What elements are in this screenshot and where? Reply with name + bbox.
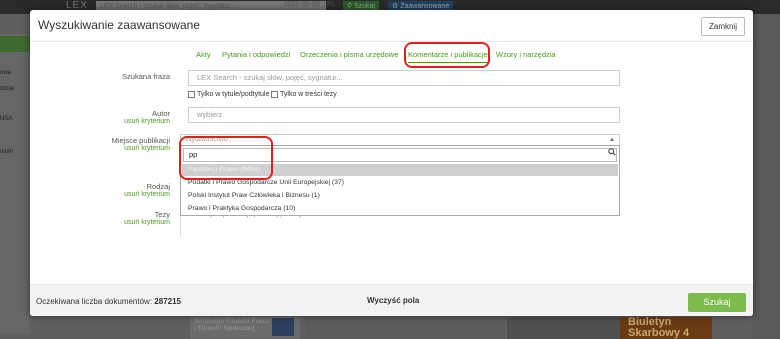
type-remove-link[interactable]: usuń kryterium	[30, 191, 170, 198]
search-icon	[608, 148, 616, 156]
thesis-label: Tezy	[154, 210, 170, 219]
highlight-ring	[404, 42, 490, 68]
dropdown-option[interactable]: Prawo i Praktyka Gospodarcza (10)	[182, 203, 618, 215]
phrase-label: Szukana fraza	[122, 72, 170, 81]
title-only-checkbox[interactable]: Tylko w tytule/podtytule	[188, 91, 269, 98]
gear-icon: ⚙	[392, 3, 401, 10]
background-book-title: Biuletyn Skarbowy 4	[628, 317, 690, 339]
tab-akty[interactable]: Akty	[196, 50, 211, 59]
background-sidebar-item: dzkie	[0, 86, 15, 92]
author-label: Autor	[152, 109, 170, 118]
background-book-title: Archiwum Filozofii Prawa i Filozofii Spo…	[194, 318, 270, 332]
close-button[interactable]: Zamknij	[700, 17, 745, 36]
dropdown-option[interactable]: Polski Instytut Praw Człowieka i Biznesu…	[182, 190, 618, 202]
author-input[interactable]: wybierz	[188, 107, 620, 123]
highlight-ring	[179, 136, 273, 180]
checkbox-icon[interactable]	[271, 91, 278, 98]
checkbox-icon[interactable]	[188, 91, 195, 98]
background-lang: PL	[327, 1, 336, 8]
chevron-up-icon: ▲	[609, 137, 615, 143]
modal-footer: Oczekiwana liczba dokumentów: 287215 Wyc…	[30, 284, 753, 316]
tab-questions[interactable]: Pytania i odpowiedzi	[222, 50, 290, 59]
background-book-cover	[507, 317, 620, 339]
place-label: Miejsce publikacji	[111, 136, 170, 145]
search-button[interactable]: Szukaj	[688, 293, 746, 312]
modal-header: Wyszukiwanie zaawansowane Zamknij	[30, 10, 753, 42]
background-sidebar-item: nium	[0, 149, 14, 155]
background-book-logo	[272, 318, 294, 336]
document-count-value: 287215	[154, 297, 181, 306]
author-remove-link[interactable]: usuń kryterium	[30, 118, 170, 125]
background-book-cover	[305, 317, 505, 339]
tab-templates[interactable]: Wzory i narzędzia	[496, 50, 556, 59]
thesis-remove-link[interactable]: usuń kryterium	[30, 219, 170, 226]
tab-rulings[interactable]: Orzeczenia i pisma urzędowe	[300, 50, 398, 59]
background-sidebar-item: owe	[0, 70, 12, 76]
background-right-panel	[752, 14, 780, 339]
clear-fields-button[interactable]: Wyczyść pola	[367, 296, 419, 305]
background-sidebar	[0, 34, 30, 334]
place-remove-link[interactable]: usuń kryterium	[30, 145, 170, 152]
phrase-input[interactable]: LEX Search - szukaj słów, pojęć, sygnatu…	[188, 70, 620, 86]
background-sidebar-highlight	[0, 36, 30, 52]
background-sidebar-item: NSA	[0, 116, 13, 122]
type-label: Rodzaj	[146, 182, 170, 191]
tab-bar: Akty Pytania i odpowiedzi Orzeczenia i p…	[30, 44, 753, 68]
document-count: Oczekiwana liczba dokumentów: 287215	[36, 297, 181, 306]
modal-title: Wyszukiwanie zaawansowane	[38, 18, 200, 32]
advanced-search-modal: Wyszukiwanie zaawansowane Zamknij Akty P…	[30, 10, 753, 316]
background-date: 2020-09-09	[284, 1, 320, 8]
thesis-only-checkbox[interactable]: Tylko w treści tezy	[271, 91, 337, 98]
